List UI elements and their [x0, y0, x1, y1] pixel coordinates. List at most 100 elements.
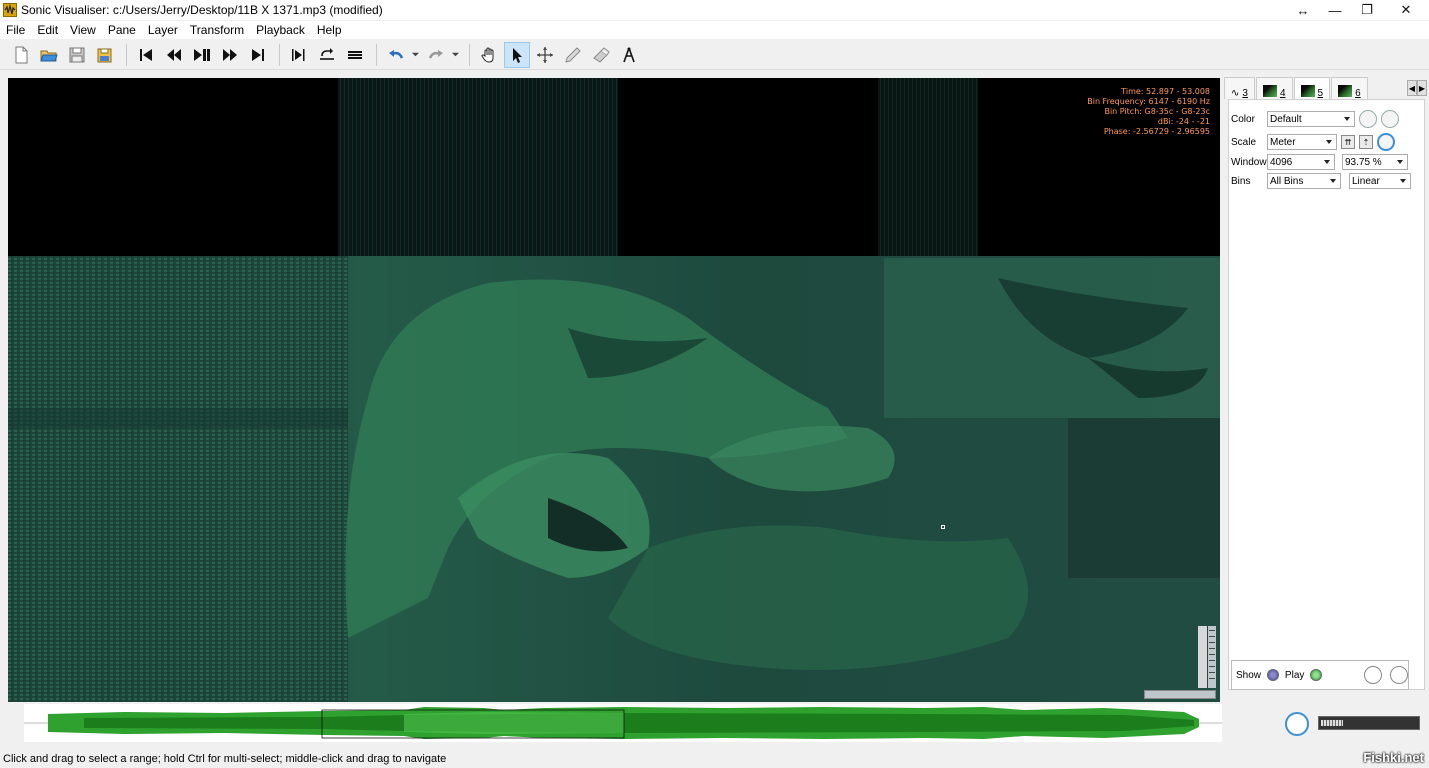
menu-layer[interactable]: Layer [142, 21, 184, 39]
scale-row: Scale Meter ⇈ ⇡ [1231, 133, 1395, 151]
play-label: Play [1284, 669, 1305, 681]
watermark: Fishki.net [1363, 750, 1424, 765]
show-toggle[interactable] [1267, 669, 1279, 681]
draw-pencil-icon[interactable] [560, 42, 586, 68]
overlay-time: Time: 52.897 - 53.008 [1121, 87, 1210, 96]
spectrogram-icon [1262, 85, 1277, 97]
menu-transform[interactable]: Transform [184, 21, 250, 39]
playback-speed-knob[interactable] [1285, 712, 1309, 736]
color-row: Color Default [1231, 110, 1399, 128]
redo-icon[interactable] [423, 42, 449, 68]
play-selection-icon[interactable] [286, 42, 312, 68]
resize-icon[interactable]: ↔ [1287, 0, 1319, 20]
gain-knob[interactable] [1377, 133, 1395, 151]
bin-display-select[interactable]: Linear [1349, 173, 1411, 189]
solo-icon[interactable] [342, 42, 368, 68]
window-overlap-select[interactable]: 93.75 % [1342, 154, 1408, 170]
rewind-icon[interactable] [161, 42, 187, 68]
overlay-phase: Phase: -2.56729 - 2.96595 [1103, 127, 1210, 136]
erase-icon[interactable] [588, 42, 614, 68]
restore-button[interactable]: ❐ [1351, 0, 1383, 20]
undo-icon[interactable] [383, 42, 409, 68]
layer-tabs: ∿ 3 4 5 6 ◀ ▶ [1224, 77, 1429, 99]
navigate-hand-icon[interactable] [476, 42, 502, 68]
menu-playback[interactable]: Playback [250, 21, 311, 39]
master-volume-slider[interactable] [1318, 716, 1420, 730]
layer-properties: Color Default Scale Meter ⇈ ⇡ Window 409… [1228, 99, 1425, 690]
bins-select[interactable]: All Bins [1267, 173, 1341, 189]
menu-bar: File Edit View Pane Layer Transform Play… [0, 21, 1429, 39]
tab-5[interactable]: 5 [1293, 77, 1331, 99]
menu-view[interactable]: View [64, 21, 102, 39]
tab-3[interactable]: ∿ 3 [1224, 77, 1255, 99]
vertical-zoom-slider[interactable] [1198, 626, 1216, 688]
info-overlay: Time: 52.897 - 53.008 Bin Frequency: 614… [1083, 84, 1214, 140]
status-bar: Click and drag to select a range; hold C… [3, 753, 447, 765]
spectrogram-pane[interactable]: Time: 52.897 - 53.008 Bin Frequency: 614… [8, 78, 1220, 702]
move-icon[interactable] [532, 42, 558, 68]
undo-dropdown-icon[interactable] [411, 42, 419, 68]
fast-forward-icon[interactable] [217, 42, 243, 68]
new-file-icon[interactable] [8, 42, 34, 68]
overlay-bin-pitch: Bin Pitch: G8-35c - G8-23c [1104, 107, 1210, 116]
title-bar: Sonic Visualiser: c:/Users/Jerry/Desktop… [0, 0, 1429, 20]
tab-left-arrow-icon[interactable]: ◀ [1407, 80, 1417, 96]
play-toggle[interactable] [1310, 669, 1323, 681]
window-controls: ↔ — ❐ ✕ [1287, 0, 1429, 20]
app-icon [3, 3, 17, 17]
tab-right-arrow-icon[interactable]: ▶ [1417, 80, 1427, 96]
loop-icon[interactable] [314, 42, 340, 68]
play-pause-icon[interactable] [189, 42, 215, 68]
overlay-bin-frequency: Bin Frequency: 6147 - 6190 Hz [1087, 97, 1210, 106]
measure-icon[interactable] [616, 42, 642, 68]
color-label: Color [1231, 113, 1255, 125]
waveform-graphic [24, 707, 1222, 739]
window-title: Sonic Visualiser: c:/Users/Jerry/Desktop… [21, 3, 383, 17]
bins-label: Bins [1231, 175, 1251, 187]
show-play-controls: Show Play [1231, 660, 1409, 690]
spectrogram-image [8, 78, 1220, 702]
toolbar-separator [376, 43, 377, 66]
tab-scroll: ◀ ▶ [1407, 80, 1427, 96]
color-select[interactable]: Default [1267, 111, 1355, 127]
playback-gain-knob[interactable] [1364, 666, 1383, 684]
volume-level [1321, 720, 1343, 726]
menu-help[interactable]: Help [311, 21, 348, 39]
overview-waveform[interactable] [24, 704, 1222, 742]
menu-pane[interactable]: Pane [102, 21, 142, 39]
show-label: Show [1236, 669, 1262, 681]
playback-pan-knob[interactable] [1390, 666, 1408, 684]
rewind-start-icon[interactable] [133, 42, 159, 68]
window-label: Window [1231, 156, 1267, 168]
tab-4[interactable]: 4 [1255, 77, 1293, 99]
horizontal-zoom-slider[interactable] [1144, 690, 1216, 699]
scale-select[interactable]: Meter [1267, 134, 1337, 150]
tab-6[interactable]: 6 [1331, 77, 1368, 99]
normalize-columns-icon[interactable]: ⇈ [1341, 135, 1355, 149]
toolbar-separator [126, 43, 127, 66]
menu-file[interactable]: File [0, 21, 31, 39]
cursor-marker [941, 525, 945, 529]
normalize-visible-icon[interactable]: ⇡ [1359, 135, 1373, 149]
redo-dropdown-icon[interactable] [451, 42, 459, 68]
ffwd-end-icon[interactable] [245, 42, 271, 68]
toolbar [0, 40, 1429, 70]
color-rotation-knob[interactable] [1359, 110, 1377, 128]
threshold-knob[interactable] [1381, 110, 1399, 128]
spectrogram-icon [1338, 85, 1353, 97]
menu-edit[interactable]: Edit [31, 21, 64, 39]
close-button[interactable]: ✕ [1383, 0, 1429, 20]
select-arrow-icon[interactable] [504, 41, 530, 68]
save-icon[interactable] [64, 42, 90, 68]
scale-label: Scale [1231, 136, 1257, 148]
spectrogram-icon [1300, 85, 1315, 97]
property-panel: ∿ 3 4 5 6 ◀ ▶ Color Default Scale Meter … [1222, 77, 1429, 703]
toolbar-separator [469, 43, 470, 66]
open-folder-icon[interactable] [36, 42, 62, 68]
window-size-select[interactable]: 4096 [1267, 154, 1335, 170]
waveform-icon: ∿ [1231, 88, 1240, 99]
minimize-button[interactable]: — [1319, 0, 1351, 20]
toolbar-separator [279, 43, 280, 66]
save-session-icon[interactable] [92, 42, 118, 68]
bins-row: Bins All Bins Linear [1231, 172, 1411, 190]
